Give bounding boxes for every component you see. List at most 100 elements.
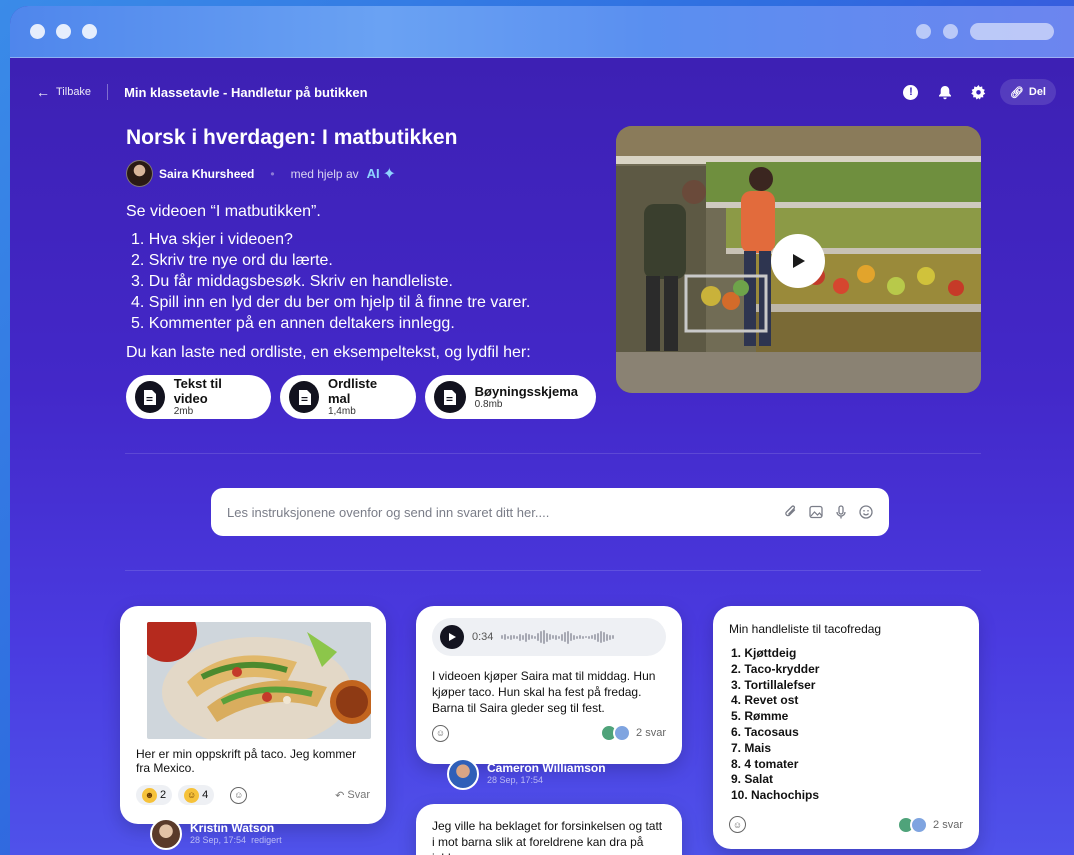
- add-reaction-icon[interactable]: ☺: [729, 816, 746, 834]
- card-footer: ☺ 2 svar: [432, 724, 666, 742]
- add-reaction-icon[interactable]: ☺: [230, 786, 248, 804]
- audio-waveform[interactable]: [501, 627, 658, 647]
- window-maximize-dot[interactable]: [82, 24, 97, 39]
- author-name[interactable]: Cameron Williamson: [487, 762, 606, 775]
- attachment-file[interactable]: Ordliste mal 1,4mb: [280, 375, 416, 419]
- bell-icon: [938, 85, 951, 99]
- section-divider: [125, 453, 981, 454]
- post-date: 28 Sep, 17:54 redigert: [190, 835, 282, 845]
- window-minimize-dot[interactable]: [56, 24, 71, 39]
- notifications-button[interactable]: [932, 79, 958, 105]
- play-button[interactable]: [771, 234, 825, 288]
- image-icon[interactable]: [808, 505, 823, 520]
- author-name[interactable]: Saira Khursheed: [159, 167, 254, 181]
- audio-time: 0:34: [472, 631, 494, 643]
- task-item: 4. Spill inn en lyd der du ber om hjelp …: [131, 294, 531, 311]
- reply-button[interactable]: ↶ Svar: [335, 789, 370, 802]
- reaction-count: 4: [202, 789, 209, 801]
- titlebar-dot: [916, 24, 931, 39]
- replies-link[interactable]: 2 svar: [600, 724, 666, 742]
- replies-count: 2 svar: [636, 727, 666, 739]
- list-item: 10. Nachochips: [731, 788, 820, 803]
- back-button[interactable]: ← Tilbake: [36, 84, 91, 100]
- divider: [107, 84, 109, 100]
- emoji-icon[interactable]: [858, 505, 873, 520]
- attachment-file[interactable]: Tekst til video 2mb: [126, 375, 272, 419]
- attachment-list: Tekst til video 2mb Ordliste mal 1,4mb Bøy…: [126, 375, 596, 419]
- list-item: 3. Tortillalefser: [731, 677, 816, 692]
- post-date: 28 Sep, 17:54: [487, 775, 544, 785]
- card-author: Kristin Watson 28 Sep, 17:54 redigert: [150, 818, 282, 850]
- reaction-chip[interactable]: ☺ 4: [178, 785, 215, 805]
- document-icon: [289, 381, 319, 413]
- card-footer: ☺ 2 svar: [729, 815, 963, 834]
- file-size: 0.8mb: [474, 398, 503, 410]
- toolbar: ! 🔗︎ Del: [898, 79, 1056, 105]
- play-icon: [449, 633, 456, 641]
- download-text: Du kan laste ned ordliste, en eksempelte…: [126, 344, 531, 361]
- audio-player[interactable]: 0:34: [432, 618, 666, 656]
- grin-emoji-icon: ☻: [142, 787, 157, 803]
- microphone-icon[interactable]: [833, 505, 848, 520]
- video-player[interactable]: [616, 126, 981, 393]
- file-title: Tekst til video: [173, 376, 222, 406]
- task-item: 2. Skriv tre nye ord du lærte.: [131, 252, 333, 269]
- list-item: 2. Taco-krydder: [731, 661, 820, 676]
- avatar: [613, 724, 632, 742]
- task-item: 5. Kommenter på en annen deltakers innle…: [131, 315, 455, 332]
- taco-image: [147, 622, 371, 739]
- author-name[interactable]: Kristin Watson: [190, 822, 282, 835]
- document-icon: [433, 381, 466, 413]
- card-text: I videoen kjøper Saira mat til middag. H…: [432, 669, 656, 715]
- section-divider: [125, 570, 981, 571]
- document-icon: [135, 381, 165, 413]
- address-pill: [970, 23, 1054, 40]
- list-item: 4. Revet ost: [731, 693, 799, 708]
- post-title: Norsk i hverdagen: I matbutikken: [126, 126, 458, 149]
- answer-input[interactable]: [227, 504, 783, 520]
- settings-button[interactable]: [966, 79, 992, 105]
- card-title: Min handleliste til tacofredag: [729, 622, 882, 636]
- card-text: Her er min oppskrift på taco. Jeg kommer…: [136, 747, 357, 775]
- task-item: 3. Du får middagsbesøk. Skriv en handlel…: [131, 273, 453, 290]
- avatar[interactable]: [126, 160, 153, 187]
- replies-link[interactable]: 2 svar: [897, 815, 963, 834]
- share-button[interactable]: 🔗︎ Del: [999, 79, 1056, 105]
- with-help-label: med hjelp av: [290, 166, 359, 181]
- answer-box: [211, 488, 889, 536]
- avatar[interactable]: [150, 818, 182, 850]
- info-button[interactable]: !: [898, 79, 924, 105]
- play-icon: [793, 254, 805, 268]
- task-item: 1. Hva skjer i videoen?: [131, 231, 293, 248]
- attachment-file[interactable]: Bøyningsskjema 0.8mb: [424, 375, 596, 419]
- audio-play-button[interactable]: [440, 625, 464, 649]
- response-card[interactable]: Min handleliste til tacofredag 1. Kjøttd…: [713, 606, 979, 849]
- back-label: Tilbake: [56, 86, 92, 98]
- file-size: 1,4mb: [327, 406, 356, 417]
- list-item: 5. Rømme: [731, 709, 789, 724]
- file-size: 2mb: [173, 406, 194, 417]
- card-author: Cameron Williamson 28 Sep, 17:54: [447, 758, 606, 790]
- replies-count: 2 svar: [933, 818, 963, 831]
- reaction-chip[interactable]: ☻ 2: [136, 785, 173, 805]
- list-item: 6. Tacosaus: [731, 724, 799, 739]
- window-close-dot[interactable]: [30, 24, 45, 39]
- arrow-left-icon: ←: [36, 84, 50, 100]
- response-card[interactable]: 0:34 I videoen kjøper Saira mat til midd…: [416, 606, 682, 764]
- avatar[interactable]: [447, 758, 479, 790]
- file-title: Bøyningsskjema: [474, 383, 578, 399]
- add-reaction-icon[interactable]: ☺: [432, 724, 449, 742]
- titlebar-controls: [916, 23, 1054, 40]
- response-card[interactable]: Jeg ville ha beklaget for forsinkelsen o…: [416, 804, 682, 855]
- paperclip-icon[interactable]: [783, 505, 798, 520]
- answer-tools: [783, 505, 873, 520]
- titlebar-dot: [943, 24, 958, 39]
- link-icon: 🔗︎: [1009, 86, 1024, 99]
- reply-icon: ↶: [335, 789, 345, 802]
- smile-emoji-icon: ☺: [184, 787, 200, 803]
- task-list: 1. Hva skjer i videoen? 2. Skriv tre nye…: [126, 229, 596, 334]
- avatar: [910, 815, 929, 834]
- response-card[interactable]: Her er min oppskrift på taco. Jeg kommer…: [120, 606, 386, 824]
- list-item: 7. Mais: [731, 740, 772, 755]
- board-topbar: ← Tilbake Min klassetavle - Handletur på…: [10, 79, 1074, 105]
